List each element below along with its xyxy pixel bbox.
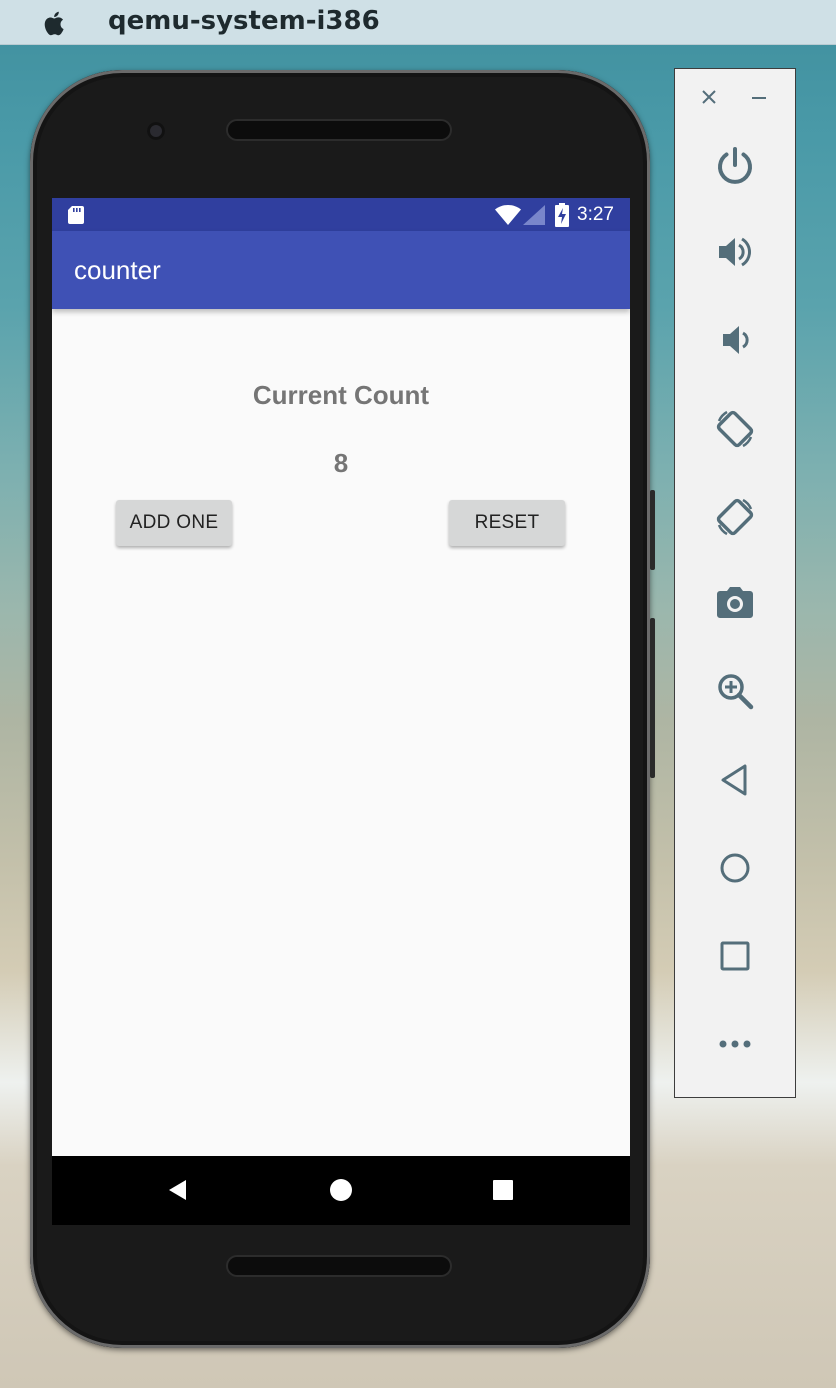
front-camera xyxy=(147,122,165,140)
reset-button[interactable]: RESET xyxy=(449,500,565,546)
device-screen[interactable]: 3:27 counter Current Count 8 ADD ONE RES… xyxy=(52,198,630,1225)
emulator-control-panel xyxy=(674,68,796,1098)
apple-logo-icon[interactable] xyxy=(40,8,70,38)
close-icon[interactable] xyxy=(699,87,719,107)
battery-charging-icon xyxy=(555,203,569,227)
overview-button[interactable] xyxy=(675,928,795,984)
volume-up-icon xyxy=(719,237,752,267)
rotate-right-button[interactable] xyxy=(675,489,795,545)
add-one-button[interactable]: ADD ONE xyxy=(116,500,232,546)
home-icon[interactable] xyxy=(329,1178,353,1202)
count-value: 8 xyxy=(333,448,349,478)
zoom-button[interactable] xyxy=(675,663,795,719)
back-icon[interactable] xyxy=(166,1178,190,1202)
bottom-speaker xyxy=(228,1257,450,1275)
app-bar: counter xyxy=(52,231,630,309)
overview-icon xyxy=(720,941,750,971)
power-button[interactable] xyxy=(675,137,795,193)
volume-down-button[interactable] xyxy=(675,312,795,368)
rotate-right-icon xyxy=(716,498,754,536)
cell-signal-icon xyxy=(523,205,545,225)
top-speaker xyxy=(228,121,450,139)
phone-frame: 3:27 counter Current Count 8 ADD ONE RES… xyxy=(30,70,655,1348)
home-icon xyxy=(720,853,750,883)
window-title: qemu-system-i386 xyxy=(108,6,380,36)
screenshot-button[interactable] xyxy=(675,575,795,631)
power-rocker xyxy=(650,618,655,778)
back-icon xyxy=(721,764,747,796)
more-button[interactable] xyxy=(675,1016,795,1072)
camera-icon xyxy=(717,587,753,618)
back-button[interactable] xyxy=(675,752,795,808)
more-icon xyxy=(719,1040,751,1048)
rotate-left-icon xyxy=(716,410,754,448)
window-title-bar: qemu-system-i386 xyxy=(0,0,836,45)
volume-rocker xyxy=(650,490,655,570)
navigation-bar xyxy=(52,1156,630,1225)
minimize-icon[interactable] xyxy=(749,87,769,107)
zoom-icon xyxy=(718,674,754,710)
volume-up-button[interactable] xyxy=(675,224,795,280)
sd-card-icon xyxy=(68,206,84,224)
status-clock: 3:27 xyxy=(577,204,614,225)
wifi-icon xyxy=(495,205,521,225)
recents-icon[interactable] xyxy=(493,1180,513,1200)
count-label: Current Count xyxy=(252,380,430,410)
volume-down-icon xyxy=(723,326,749,354)
rotate-left-button[interactable] xyxy=(675,401,795,457)
power-icon xyxy=(718,147,752,184)
status-bar: 3:27 xyxy=(52,198,630,231)
home-button[interactable] xyxy=(675,840,795,896)
app-title: counter xyxy=(74,255,161,285)
